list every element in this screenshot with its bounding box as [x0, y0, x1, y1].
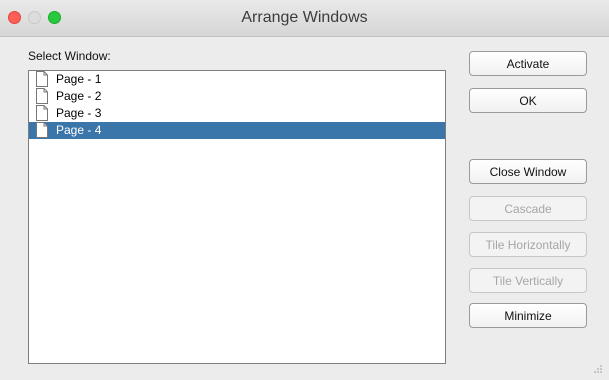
list-item-selected[interactable]: Page - 4: [29, 122, 445, 139]
title-bar: Arrange Windows: [0, 0, 609, 37]
list-item-label: Page - 4: [56, 123, 102, 137]
list-item-label: Page - 1: [56, 72, 102, 86]
minimize-button[interactable]: Minimize: [469, 303, 587, 328]
list-item-label: Page - 2: [56, 89, 102, 103]
list-item-label: Page - 3: [56, 106, 102, 120]
document-icon: [36, 88, 48, 104]
close-window-button[interactable]: Close Window: [469, 159, 587, 184]
arrange-windows-dialog: Arrange Windows Select Window: Page - 1 …: [0, 0, 609, 380]
list-item[interactable]: Page - 2: [29, 88, 445, 105]
ok-button[interactable]: OK: [469, 88, 587, 113]
list-item[interactable]: Page - 3: [29, 105, 445, 122]
list-item[interactable]: Page - 1: [29, 71, 445, 88]
resize-grip-icon[interactable]: [593, 364, 603, 374]
tile-vertically-button[interactable]: Tile Vertically: [469, 268, 587, 293]
select-window-label: Select Window:: [28, 49, 111, 63]
tile-horizontally-button[interactable]: Tile Horizontally: [469, 232, 587, 257]
window-title: Arrange Windows: [241, 9, 368, 26]
document-icon: [36, 71, 48, 87]
window-listbox[interactable]: Page - 1 Page - 2 Page - 3 Page - 4: [28, 70, 446, 364]
activate-button[interactable]: Activate: [469, 51, 587, 76]
document-icon: [36, 122, 48, 138]
cascade-button[interactable]: Cascade: [469, 196, 587, 221]
document-icon: [36, 105, 48, 121]
